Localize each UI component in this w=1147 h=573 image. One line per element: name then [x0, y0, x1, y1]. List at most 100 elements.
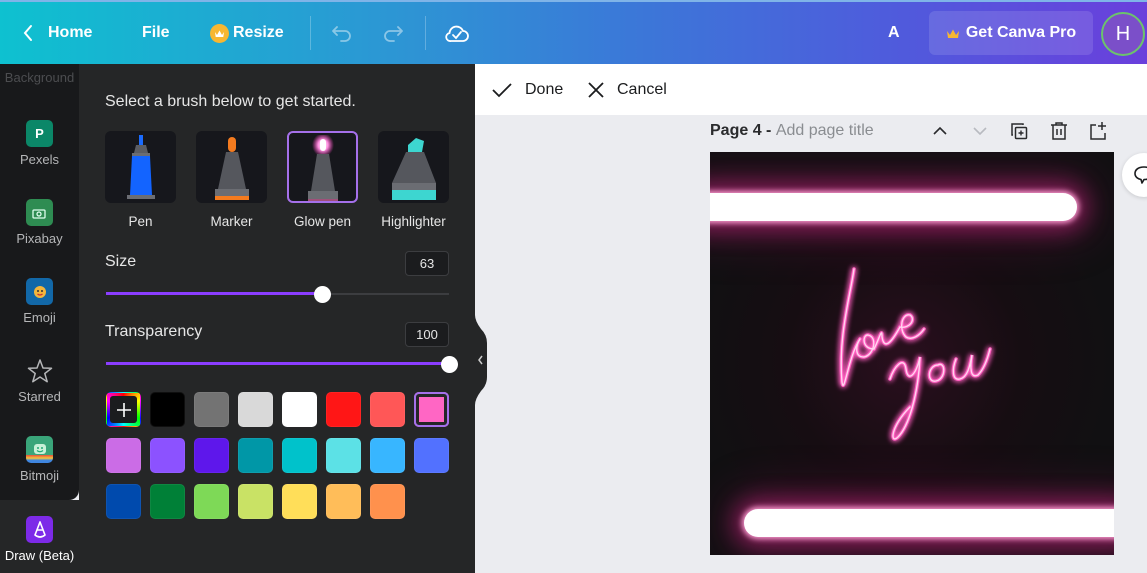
- sidebar-item-pixabay[interactable]: Pixabay: [0, 199, 79, 246]
- color-swatch[interactable]: [194, 484, 229, 519]
- slider-thumb[interactable]: [441, 356, 458, 373]
- color-swatch[interactable]: [150, 392, 185, 427]
- comment-button[interactable]: [1122, 153, 1147, 197]
- page-title[interactable]: Page 4 - Add page title: [710, 122, 874, 140]
- duplicate-page-button[interactable]: [1008, 120, 1030, 142]
- love-you-neon-text[interactable]: love you: [820, 257, 1020, 457]
- page-number: Page 4 -: [710, 122, 776, 139]
- sidebar-item-bitmoji[interactable]: Bitmoji: [0, 436, 79, 483]
- sidebar-item-label: Emoji: [23, 310, 56, 325]
- draw-edit-bar: Done Cancel: [475, 64, 1147, 115]
- sidebar-item-label: Draw (Beta): [4, 548, 75, 563]
- brush-label: Glow pen: [293, 214, 352, 229]
- slider-fill: [106, 292, 323, 295]
- brush-marker[interactable]: Marker: [196, 131, 267, 229]
- color-swatch[interactable]: [326, 392, 361, 427]
- color-swatch[interactable]: [326, 438, 361, 473]
- color-swatch[interactable]: [238, 484, 273, 519]
- color-swatch[interactable]: [414, 438, 449, 473]
- color-swatch[interactable]: [370, 484, 405, 519]
- color-swatch[interactable]: [370, 392, 405, 427]
- color-swatch[interactable]: [194, 438, 229, 473]
- resize-button[interactable]: Resize: [210, 2, 284, 64]
- sidebar-item-label: Starred: [18, 389, 61, 404]
- bitmoji-icon: [26, 436, 53, 463]
- move-page-up-button[interactable]: [929, 120, 951, 142]
- marker-brush-icon: [196, 131, 267, 203]
- get-canva-pro-button[interactable]: Get Canva Pro: [929, 11, 1093, 55]
- sidebar-item-draw[interactable]: Draw (Beta): [0, 516, 79, 563]
- color-swatch[interactable]: [106, 484, 141, 519]
- done-button[interactable]: Done: [491, 64, 563, 115]
- size-value-input[interactable]: 63: [405, 251, 449, 276]
- size-label: Size: [105, 253, 137, 270]
- transparency-slider[interactable]: [106, 356, 458, 373]
- size-slider[interactable]: [106, 286, 449, 303]
- color-swatch[interactable]: [282, 484, 317, 519]
- color-swatch[interactable]: [194, 392, 229, 427]
- pixabay-icon: [26, 199, 53, 226]
- neon-stroke-top[interactable]: [710, 193, 1077, 221]
- color-swatch[interactable]: [150, 438, 185, 473]
- color-swatch[interactable]: [238, 392, 273, 427]
- side-rail: Background P Pexels Pixabay Emoji Starre…: [0, 64, 79, 500]
- cancel-label: Cancel: [617, 80, 667, 98]
- star-icon: [26, 357, 53, 384]
- transparency-label: Transparency: [105, 323, 203, 340]
- avatar[interactable]: H: [1101, 12, 1145, 56]
- divider: [310, 16, 311, 50]
- sidebar-item-starred[interactable]: Starred: [0, 357, 79, 404]
- crown-icon: [946, 29, 959, 38]
- save-status-button[interactable]: [444, 2, 470, 64]
- home-label: Home: [48, 24, 93, 41]
- comment-icon: [1134, 166, 1147, 184]
- done-label: Done: [525, 80, 564, 98]
- chevron-up-icon: [933, 126, 947, 135]
- move-page-down-button[interactable]: [969, 120, 991, 142]
- color-swatch[interactable]: [326, 484, 361, 519]
- color-swatch[interactable]: [282, 392, 317, 427]
- text-a-button[interactable]: A: [888, 2, 900, 64]
- slider-fill: [106, 362, 449, 365]
- divider: [425, 16, 426, 50]
- add-page-icon: [1090, 122, 1106, 140]
- file-label: File: [142, 24, 170, 41]
- file-menu-button[interactable]: File: [142, 2, 170, 64]
- add-color-button[interactable]: [106, 392, 141, 427]
- slider-thumb[interactable]: [314, 286, 332, 303]
- pen-brush-icon: [105, 131, 176, 203]
- add-page-button[interactable]: [1087, 120, 1109, 142]
- brush-pen[interactable]: Pen: [105, 131, 176, 229]
- check-icon: [492, 82, 512, 97]
- color-swatch[interactable]: [414, 392, 449, 427]
- brush-highlighter[interactable]: Highlighter: [378, 131, 449, 229]
- resize-label: Resize: [233, 24, 284, 41]
- color-swatch[interactable]: [370, 438, 405, 473]
- cancel-button[interactable]: Cancel: [587, 64, 667, 115]
- color-swatch[interactable]: [150, 484, 185, 519]
- trash-icon: [1051, 122, 1067, 140]
- brush-glow-pen[interactable]: Glow pen: [287, 131, 358, 229]
- collapse-panel-handle[interactable]: [475, 315, 489, 405]
- delete-page-button[interactable]: [1048, 120, 1070, 142]
- duplicate-icon: [1011, 123, 1028, 140]
- transparency-value-input[interactable]: 100: [405, 322, 449, 347]
- undo-icon: [332, 26, 351, 42]
- page-title-input[interactable]: Add page title: [776, 122, 874, 139]
- color-swatch[interactable]: [282, 438, 317, 473]
- sidebar-item-emoji[interactable]: Emoji: [0, 278, 79, 325]
- sidebar-active-area: Draw (Beta): [0, 500, 79, 573]
- color-swatch[interactable]: [238, 438, 273, 473]
- color-swatch[interactable]: [106, 438, 141, 473]
- redo-button[interactable]: [382, 2, 404, 64]
- undo-button[interactable]: [331, 2, 353, 64]
- sidebar-item-pexels[interactable]: P Pexels: [0, 120, 79, 167]
- design-canvas[interactable]: love you: [710, 152, 1114, 555]
- neon-stroke-bottom[interactable]: [744, 509, 1114, 537]
- redo-icon: [384, 26, 403, 42]
- sidebar-item-background[interactable]: Background: [0, 70, 79, 85]
- cloud-check-icon: [445, 25, 469, 42]
- home-button[interactable]: Home: [22, 2, 92, 64]
- brush-label: Pen: [128, 214, 153, 229]
- brush-label: Highlighter: [381, 214, 446, 229]
